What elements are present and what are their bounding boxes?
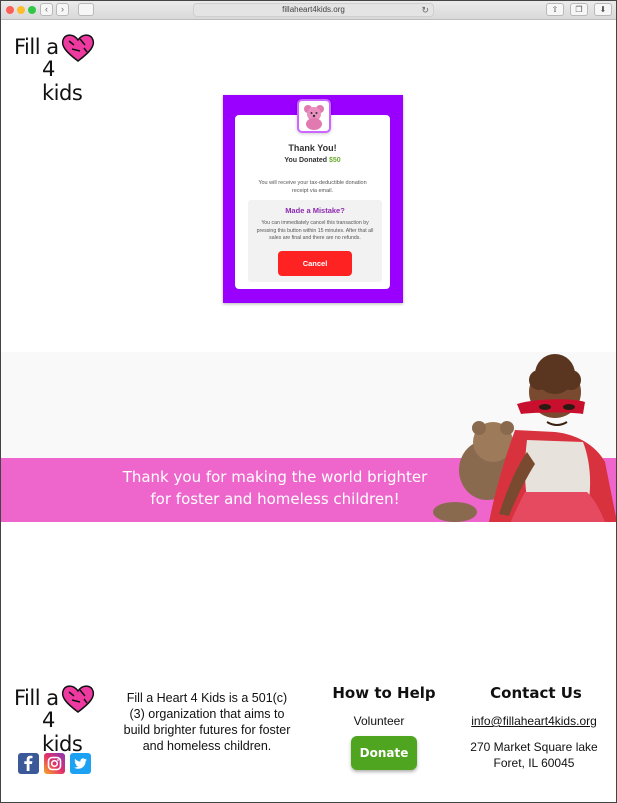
reload-icon[interactable]: ↻ <box>421 4 429 16</box>
browser-toolbar: ‹ › fillaheart4kids.org ↻ ⇧ ❐ ⬇ <box>0 0 617 20</box>
zoom-window-button[interactable] <box>28 6 36 14</box>
mailing-address: 270 Market Square lake Foret, IL 60045 <box>460 739 608 771</box>
how-to-help-heading: How to Help <box>332 684 436 702</box>
contact-email-link[interactable]: info@fillaheart4kids.org <box>460 714 608 728</box>
teddy-bear-icon <box>304 105 324 130</box>
chevron-left-icon: ‹ <box>45 4 48 14</box>
sidebar-toggle-button[interactable] <box>78 3 94 16</box>
chevron-right-icon: › <box>61 4 64 14</box>
donation-confirmation-card: Thank You! You Donated $50 You will rece… <box>235 99 390 289</box>
address-line-1: 270 Market Square lake <box>470 740 598 754</box>
back-button[interactable]: ‹ <box>40 3 53 16</box>
facebook-icon <box>24 755 33 771</box>
forward-button[interactable]: › <box>56 3 69 16</box>
mistake-heading: Made a Mistake? <box>285 206 345 215</box>
share-button[interactable]: ⇧ <box>546 3 564 16</box>
share-icon: ⇧ <box>551 5 559 14</box>
address-bar[interactable]: fillaheart4kids.org ↻ <box>193 3 434 17</box>
minimize-window-button[interactable] <box>17 6 25 14</box>
facebook-link[interactable] <box>18 753 39 774</box>
instagram-icon <box>47 756 62 771</box>
address-line-2: Foret, IL 60045 <box>493 756 575 770</box>
logo-text-line2: 4 kids <box>42 57 83 105</box>
donated-amount-line: You Donated $50 <box>235 157 390 164</box>
logo-text-line1: Fill a <box>14 35 59 59</box>
twitter-link[interactable] <box>70 753 91 774</box>
banner-line-1: Thank you for making the world brighter <box>122 468 428 486</box>
teddy-bear-image <box>297 99 331 133</box>
downloads-button[interactable]: ⬇ <box>594 3 612 16</box>
donate-button[interactable]: Donate <box>351 736 417 770</box>
thank-you-heading: Thank You! <box>288 143 337 153</box>
tabs-icon: ❐ <box>575 5 583 14</box>
cancel-donation-button[interactable]: Cancel <box>278 251 352 276</box>
banner-line-2: for foster and homeless children! <box>150 490 400 508</box>
footer-logo-text-line1: Fill a <box>14 686 59 710</box>
download-icon: ⬇ <box>599 5 607 14</box>
footer-logo[interactable]: Fill a 4 kids <box>14 685 95 756</box>
thank-you-banner: Thank you for making the world brighter … <box>0 352 617 522</box>
twitter-icon <box>74 758 87 769</box>
about-text: Fill a Heart 4 Kids is a 501(c)(3) organ… <box>123 691 291 753</box>
donated-amount: $50 <box>328 157 341 164</box>
site-logo[interactable]: Fill a 4 kids <box>14 34 95 105</box>
banner-message: Thank you for making the world brighter … <box>100 466 450 510</box>
close-window-button[interactable] <box>6 6 14 14</box>
donated-label: You Donated <box>284 157 327 164</box>
url-text: fillaheart4kids.org <box>282 5 345 14</box>
tabs-button[interactable]: ❐ <box>570 3 588 16</box>
footer-logo-text-line2: 4 kids <box>42 708 83 756</box>
instagram-link[interactable] <box>44 753 65 774</box>
cancel-policy-text: You can immediately cancel this transact… <box>256 220 374 241</box>
donation-confirmation-frame: Thank You! You Donated $50 You will rece… <box>223 95 403 303</box>
receipt-notice: You will receive your tax-deductible don… <box>258 180 367 194</box>
contact-us-heading: Contact Us <box>490 684 582 702</box>
child-with-teddy-bear-image <box>433 354 617 522</box>
volunteer-link[interactable]: Volunteer <box>332 714 426 728</box>
cancel-panel: Made a Mistake? You can immediately canc… <box>248 200 382 282</box>
